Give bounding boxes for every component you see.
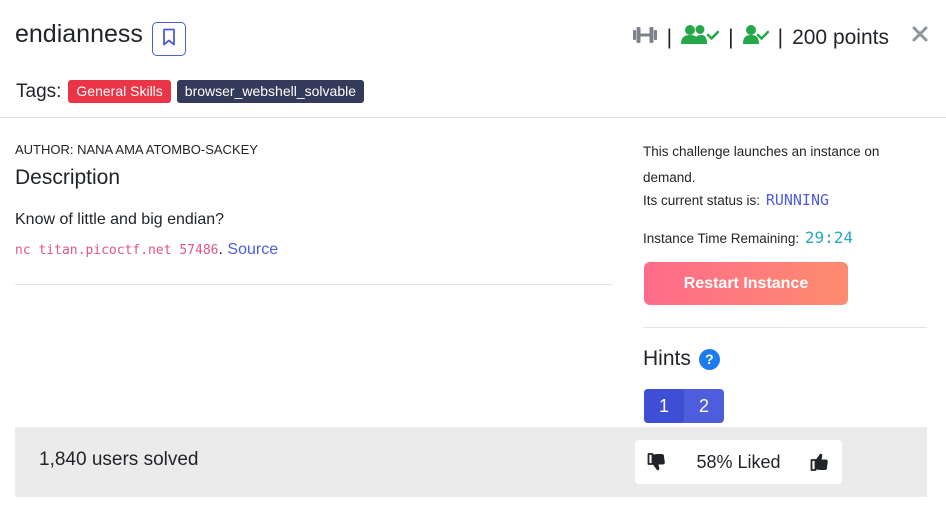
instance-timer: Instance Time Remaining: 29:24 [643, 228, 853, 247]
thumbs-down-icon[interactable] [647, 452, 667, 472]
meta-separator: | [666, 26, 673, 49]
source-link[interactable]: Source [227, 241, 278, 258]
command-punctuation: . [218, 241, 223, 258]
status-value: RUNNING [765, 191, 830, 209]
thumbs-up-icon[interactable] [810, 452, 830, 472]
close-icon [912, 17, 928, 48]
hint-button-2[interactable]: 2 [684, 389, 724, 423]
command-line: nc titan.picoctf.net 57486. Source [15, 241, 278, 259]
tags-row: Tags: General Skills browser_webshell_so… [16, 80, 365, 103]
description-text: Know of little and big endian? [15, 211, 225, 228]
meta-separator: | [728, 26, 734, 49]
rating-box: 58% Liked [635, 440, 842, 484]
close-button[interactable] [912, 18, 928, 48]
challenge-meta: | | | 200 points [632, 24, 889, 52]
timer-value: 29:24 [804, 228, 854, 247]
description-divider [15, 284, 613, 285]
tag-general-skills[interactable]: General Skills [68, 80, 171, 103]
hint-button-group: 1 2 [644, 389, 724, 423]
user-check-icon [742, 24, 769, 52]
header-divider [0, 117, 946, 118]
author-line: AUTHOR: NANA AMA ATOMBO-SACKEY [15, 142, 258, 157]
meta-separator: | [777, 26, 784, 49]
users-check-icon [681, 24, 720, 52]
restart-instance-button[interactable]: Restart Instance [644, 262, 848, 305]
bookmark-button[interactable] [152, 22, 186, 56]
tag-browser-webshell-solvable[interactable]: browser_webshell_solvable [176, 80, 365, 103]
challenge-title: endianness [15, 20, 143, 48]
instance-launch-text: This challenge launches an instance on d… [643, 144, 880, 185]
question-icon[interactable]: ? [698, 348, 720, 370]
description-heading: Description [15, 166, 121, 189]
users-solved-count: 1,840 users solved [39, 449, 199, 470]
dumbbell-icon [632, 25, 658, 51]
instance-divider [643, 327, 927, 328]
hints-section: Hints ? [643, 347, 720, 371]
hint-button-1[interactable]: 1 [644, 389, 684, 423]
points-value: 200 points [792, 26, 889, 49]
instance-status: Its current status is: RUNNING [643, 191, 829, 209]
tags-label: Tags: [16, 80, 62, 102]
timer-label: Instance Time Remaining: [643, 231, 800, 246]
hints-heading: Hints [643, 347, 691, 370]
liked-percentage: 58% Liked [696, 451, 781, 472]
footer-bar: 1,840 users solved 58% Liked [15, 427, 927, 497]
nc-command: nc titan.picoctf.net 57486 [15, 243, 219, 258]
bookmark-icon [162, 28, 176, 51]
status-label: Its current status is: [643, 193, 761, 208]
